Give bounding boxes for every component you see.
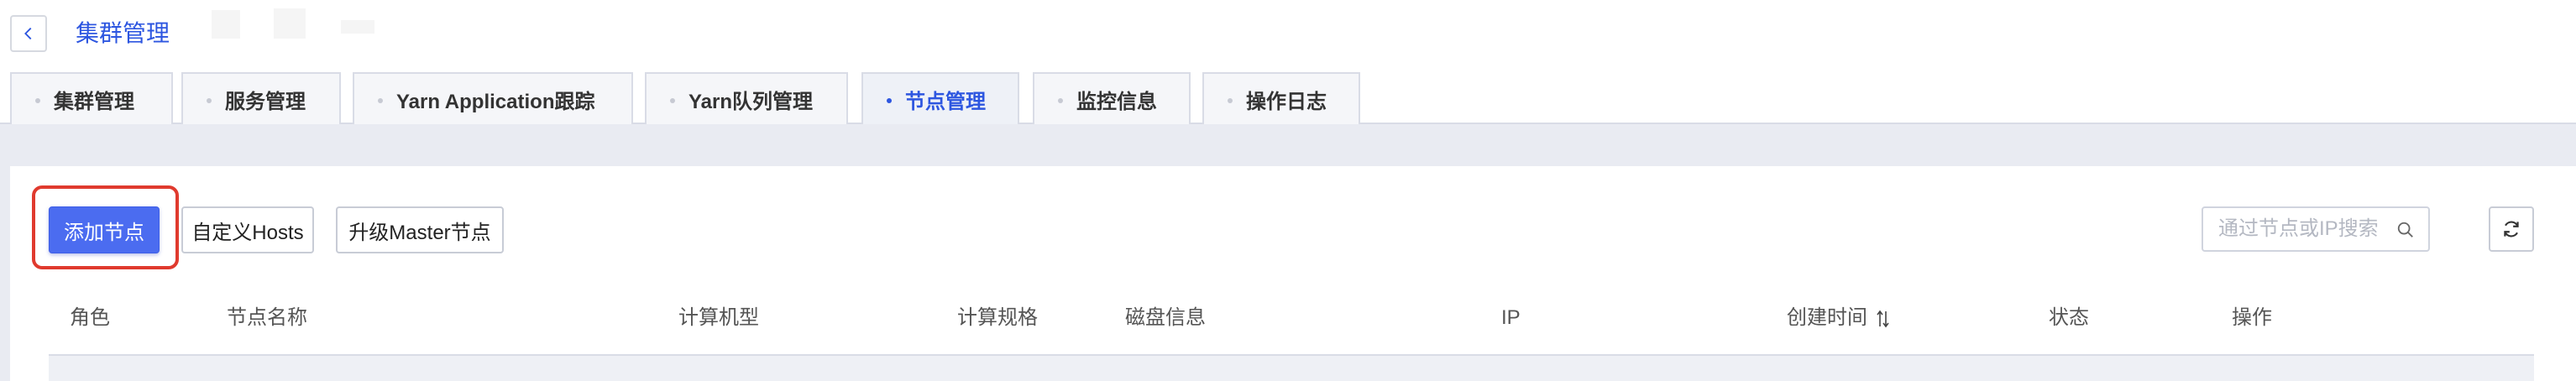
column-header-instance-type: 计算机型: [678, 306, 759, 329]
column-header-instance-spec: 计算规格: [957, 306, 1038, 329]
tab-service-management[interactable]: 服务管理: [181, 72, 341, 124]
table-header: 角色 节点名称 计算机型 计算规格 磁盘信息 IP 创建时间 状态 操作: [49, 294, 2534, 356]
tab-dot-icon: [378, 98, 383, 103]
column-header-created-time-wrap[interactable]: 创建时间: [1787, 294, 1890, 356]
tab-label: 服务管理: [225, 90, 306, 113]
tab-yarn-queue[interactable]: Yarn队列管理: [645, 72, 848, 124]
tab-dot-icon: [1058, 98, 1063, 103]
table-body: [49, 356, 2534, 381]
tab-yarn-application[interactable]: Yarn Application跟踪: [353, 72, 633, 124]
search-input[interactable]: [2218, 217, 2386, 241]
tab-label: Yarn Application跟踪: [396, 90, 595, 113]
tab-dot-icon: [670, 98, 675, 103]
custom-hosts-button[interactable]: 自定义Hosts: [181, 206, 314, 253]
placeholder-block: [274, 8, 306, 39]
tab-node-management[interactable]: 节点管理: [861, 72, 1019, 124]
upgrade-master-button[interactable]: 升级Master节点: [336, 206, 504, 253]
page-title: 集群管理: [76, 20, 170, 46]
column-header-ip: IP: [1501, 306, 1521, 329]
tab-dot-icon: [207, 98, 212, 103]
chevron-left-icon: [24, 27, 32, 40]
tab-label: 集群管理: [54, 90, 134, 113]
tab-cluster-management[interactable]: 集群管理: [10, 72, 173, 124]
tab-label: Yarn队列管理: [689, 90, 814, 113]
content-background: [0, 124, 2576, 166]
content-background: [0, 166, 10, 381]
tab-dot-icon: [1228, 98, 1233, 103]
refresh-button[interactable]: [2489, 206, 2534, 252]
tab-operation-log[interactable]: 操作日志: [1202, 72, 1360, 124]
tab-dot-icon: [35, 98, 40, 103]
column-header-disk-info: 磁盘信息: [1125, 306, 1206, 329]
add-node-button[interactable]: 添加节点: [49, 206, 160, 253]
search-box: [2202, 206, 2430, 252]
placeholder-block: [212, 10, 240, 39]
column-header-status: 状态: [2049, 306, 2089, 329]
tab-label: 操作日志: [1246, 90, 1327, 113]
column-header-node-name: 节点名称: [227, 306, 307, 329]
back-button[interactable]: [10, 15, 47, 52]
search-icon[interactable]: [2396, 221, 2415, 239]
tab-monitoring[interactable]: 监控信息: [1033, 72, 1191, 124]
placeholder-block: [341, 20, 374, 34]
column-header-role: 角色: [70, 306, 110, 329]
tab-label: 监控信息: [1076, 90, 1157, 113]
tab-label: 节点管理: [905, 90, 986, 113]
column-header-actions: 操作: [2232, 306, 2272, 329]
refresh-icon: [2504, 221, 2519, 237]
column-header-created-time: 创建时间: [1787, 306, 1867, 329]
sort-icon[interactable]: [1877, 310, 1890, 328]
tab-dot-icon: [887, 98, 892, 103]
page-header: 集群管理: [0, 0, 2576, 67]
